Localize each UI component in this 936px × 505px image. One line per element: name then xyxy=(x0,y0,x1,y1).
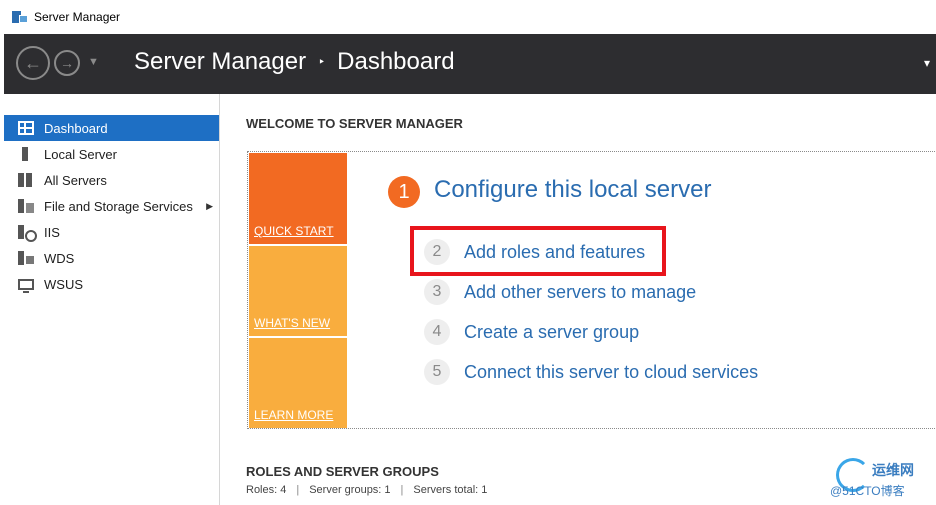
wsus-icon xyxy=(18,278,34,293)
step-create-group: 4 Create a server group xyxy=(424,318,639,346)
connect-cloud-link[interactable]: Connect this server to cloud services xyxy=(464,362,758,383)
stats-divider: | xyxy=(400,484,404,496)
window-title: Server Manager xyxy=(34,10,121,24)
sidebar-item-label: WSUS xyxy=(44,276,83,292)
tile-label: WHAT'S NEW xyxy=(254,316,331,330)
step-number-badge: 4 xyxy=(424,319,450,345)
header-bar: ← → ▼ Server Manager ‣ Dashboard ▾ xyxy=(4,34,936,94)
sidebar: Dashboard Local Server All Servers File … xyxy=(4,94,220,505)
tile-whats-new[interactable]: WHAT'S NEW xyxy=(249,246,347,336)
servers-total-count: Servers total: 1 xyxy=(413,484,488,496)
wds-icon xyxy=(18,251,34,265)
watermark-logo: 运维网 @51CTO博客 xyxy=(828,456,936,505)
quick-start-panel: QUICK START WHAT'S NEW LEARN MORE 1 Conf… xyxy=(247,151,936,429)
step-connect-cloud: 5 Connect this server to cloud services xyxy=(424,358,758,386)
stats-divider: | xyxy=(296,484,300,496)
step-number-badge: 3 xyxy=(424,279,450,305)
step-number-badge: 5 xyxy=(424,359,450,385)
configure-local-server-link[interactable]: Configure this local server xyxy=(434,176,711,204)
refresh-dropdown-icon[interactable]: ▾ xyxy=(924,56,930,70)
main-content: WELCOME TO SERVER MANAGER QUICK START WH… xyxy=(221,94,936,505)
file-storage-icon xyxy=(18,199,34,213)
tile-learn-more[interactable]: LEARN MORE xyxy=(249,338,347,428)
sidebar-item-label: File and Storage Services xyxy=(44,198,193,214)
step-1-number-badge: 1 xyxy=(388,176,420,208)
breadcrumb: Server Manager ‣ Dashboard xyxy=(134,48,455,76)
sidebar-item-local-server[interactable]: Local Server xyxy=(4,141,219,167)
sidebar-item-wds[interactable]: WDS xyxy=(4,245,219,271)
history-dropdown-icon[interactable]: ▼ xyxy=(88,56,99,68)
forward-arrow-icon[interactable]: → xyxy=(54,50,80,76)
window-title-bar: Server Manager xyxy=(0,0,936,34)
welcome-heading: WELCOME TO SERVER MANAGER xyxy=(246,116,463,131)
watermark-en-text: @51CTO博客 xyxy=(830,484,905,498)
sidebar-item-dashboard[interactable]: Dashboard xyxy=(4,115,219,141)
sidebar-item-label: All Servers xyxy=(44,172,107,188)
servers-icon xyxy=(18,173,34,187)
server-groups-count: Server groups: 1 xyxy=(309,484,391,496)
iis-icon xyxy=(18,225,37,242)
step-add-servers: 3 Add other servers to manage xyxy=(424,278,696,306)
tile-label: QUICK START xyxy=(254,224,334,238)
red-highlight-box xyxy=(410,226,666,276)
sidebar-item-file-storage[interactable]: File and Storage Services ▶ xyxy=(4,193,219,219)
sidebar-item-wsus[interactable]: WSUS xyxy=(4,271,219,297)
back-arrow-icon[interactable]: ← xyxy=(16,46,50,80)
sidebar-item-all-servers[interactable]: All Servers xyxy=(4,167,219,193)
server-icon xyxy=(22,147,28,161)
dashboard-grid-icon xyxy=(18,121,34,135)
tile-quick-start[interactable]: QUICK START xyxy=(249,153,347,244)
sidebar-item-label: Dashboard xyxy=(44,120,108,136)
breadcrumb-root[interactable]: Server Manager xyxy=(134,48,306,76)
server-manager-app-icon xyxy=(12,9,28,25)
create-server-group-link[interactable]: Create a server group xyxy=(464,322,639,343)
sidebar-item-iis[interactable]: IIS xyxy=(4,219,219,245)
roles-groups-heading: ROLES AND SERVER GROUPS xyxy=(246,464,439,479)
add-servers-link[interactable]: Add other servers to manage xyxy=(464,282,696,303)
roles-stats: Roles: 4 | Server groups: 1 | Servers to… xyxy=(246,484,487,496)
sidebar-item-label: Local Server xyxy=(44,146,117,162)
tile-label: LEARN MORE xyxy=(254,408,334,422)
submenu-arrow-icon[interactable]: ▶ xyxy=(206,201,213,212)
watermark-cn-text: 运维网 xyxy=(872,462,914,478)
roles-count: Roles: 4 xyxy=(246,484,287,496)
breadcrumb-separator-icon: ‣ xyxy=(318,55,326,69)
breadcrumb-current: Dashboard xyxy=(337,48,455,75)
sidebar-item-label: WDS xyxy=(44,250,75,266)
sidebar-item-label: IIS xyxy=(44,224,60,240)
